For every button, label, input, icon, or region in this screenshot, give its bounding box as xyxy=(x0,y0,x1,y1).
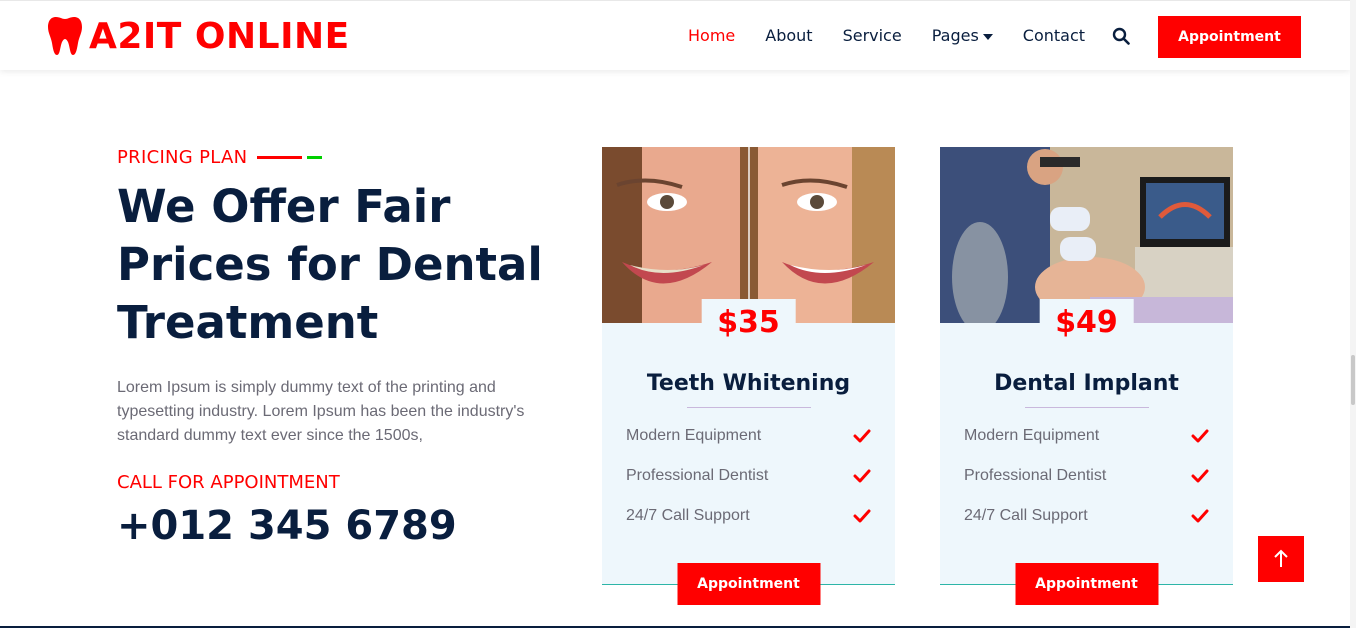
before-after-smile-image xyxy=(602,147,895,323)
eyebrow-text: PRICING PLAN xyxy=(117,147,248,168)
search-icon[interactable] xyxy=(1112,27,1130,45)
feature-label: Modern Equipment xyxy=(964,427,1100,444)
nav-pages[interactable]: Pages xyxy=(932,25,993,47)
feature-row: 24/7 Call Support xyxy=(964,507,1209,525)
price-card-dental-implant: $49 Dental Implant Modern Equipment Prof… xyxy=(940,147,1233,605)
feature-row: Professional Dentist xyxy=(964,467,1209,485)
card-title: Dental Implant xyxy=(994,371,1179,396)
price-tag: $49 xyxy=(1039,299,1134,340)
check-icon xyxy=(1191,429,1209,443)
card-appointment-button[interactable]: Appointment xyxy=(1015,563,1158,605)
tooth-icon xyxy=(48,17,82,55)
check-icon xyxy=(853,429,871,443)
feature-label: Modern Equipment xyxy=(626,427,762,444)
appointment-button[interactable]: Appointment xyxy=(1158,16,1301,58)
eyebrow-line-red xyxy=(257,156,303,159)
nav-about[interactable]: About xyxy=(765,25,812,47)
brand-logo[interactable]: A2IT ONLINE xyxy=(47,15,350,57)
nav-home[interactable]: Home xyxy=(688,25,735,47)
title-divider xyxy=(1024,407,1149,408)
brand-name: A2IT ONLINE xyxy=(89,15,350,57)
phone-number[interactable]: +012 345 6789 xyxy=(117,503,457,549)
main-nav: Home About Service Pages Contact xyxy=(688,25,1115,47)
check-icon xyxy=(1191,509,1209,523)
feature-label: Professional Dentist xyxy=(964,467,1107,484)
caret-down-icon xyxy=(982,33,993,40)
dental-implant-image xyxy=(940,147,1233,323)
call-label: CALL FOR APPOINTMENT xyxy=(117,472,340,493)
feature-label: 24/7 Call Support xyxy=(964,507,1088,524)
check-icon xyxy=(1191,469,1209,483)
card-body xyxy=(940,323,1233,585)
check-icon xyxy=(853,469,871,483)
feature-row: Modern Equipment xyxy=(626,427,871,445)
section-description: Lorem Ipsum is simply dummy text of the … xyxy=(117,379,525,444)
teeth-whitening-image xyxy=(602,147,895,323)
check-icon xyxy=(853,509,871,523)
title-divider xyxy=(686,407,811,408)
feature-row: 24/7 Call Support xyxy=(626,507,871,525)
dentist-at-work-image xyxy=(940,147,1233,323)
arrow-up-icon xyxy=(1274,549,1288,567)
feature-row: Professional Dentist xyxy=(626,467,871,485)
card-appointment-button[interactable]: Appointment xyxy=(677,563,820,605)
feature-label: Professional Dentist xyxy=(626,467,769,484)
section-headline: We Offer Fair Prices for Dental Treatmen… xyxy=(117,180,543,349)
page-scrollbar[interactable] xyxy=(1350,0,1356,628)
nav-pages-label: Pages xyxy=(931,26,979,45)
navbar: A2IT ONLINE Home About Service Pages Con… xyxy=(0,0,1350,70)
nav-service[interactable]: Service xyxy=(843,25,902,47)
nav-contact[interactable]: Contact xyxy=(1023,25,1085,47)
card-title: Teeth Whitening xyxy=(646,371,851,396)
price-tag: $35 xyxy=(701,299,796,340)
section-eyebrow: PRICING PLAN xyxy=(117,147,323,168)
feature-row: Modern Equipment xyxy=(964,427,1209,445)
eyebrow-line-green xyxy=(307,156,323,159)
feature-label: 24/7 Call Support xyxy=(626,507,750,524)
card-body xyxy=(602,323,895,585)
price-card-teeth-whitening: $35 Teeth Whitening Modern Equipment Pro… xyxy=(602,147,895,605)
scrollbar-thumb[interactable] xyxy=(1351,355,1355,405)
scroll-to-top-button[interactable] xyxy=(1258,536,1304,582)
